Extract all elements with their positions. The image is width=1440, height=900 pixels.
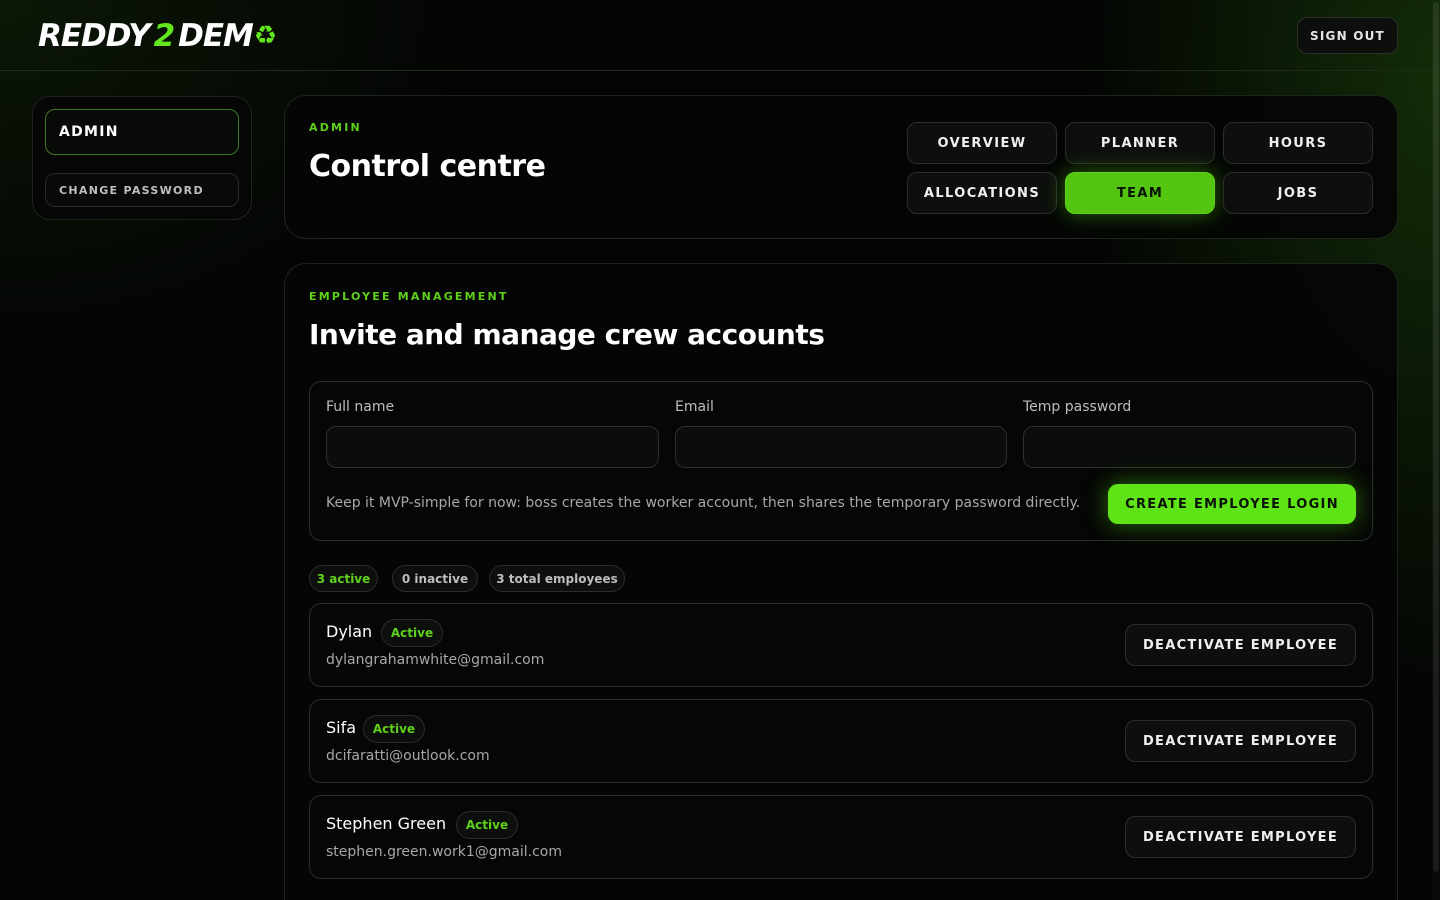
tab-hours[interactable]: HOURS (1223, 122, 1373, 164)
tab-overview[interactable]: OVERVIEW (907, 122, 1057, 164)
email-label: Email (675, 399, 714, 415)
top-bar: REDDY 2 DEM ♻ SIGN OUT (0, 0, 1440, 71)
logo-text-two: 2 (153, 18, 176, 54)
deactivate-employee-button[interactable]: DEACTIVATE EMPLOYEE (1125, 624, 1356, 666)
status-badge: Active (381, 619, 443, 647)
employee-management-panel: EMPLOYEE MANAGEMENT Invite and manage cr… (284, 263, 1398, 900)
page-title: Control centre (309, 149, 546, 184)
employee-email: stephen.green.work1@gmail.com (326, 844, 562, 860)
control-eyebrow: ADMIN (309, 121, 362, 134)
active-count-badge: 3 active (309, 565, 378, 592)
recycle-icon: ♻ (253, 21, 277, 51)
email-input[interactable] (675, 426, 1007, 468)
total-count-badge: 3 total employees (489, 565, 625, 592)
employee-name: Dylan (326, 622, 373, 641)
sidebar-item-admin[interactable]: ADMIN (45, 109, 239, 155)
section-title: Invite and manage crew accounts (309, 318, 825, 351)
fullname-label: Full name (326, 399, 395, 415)
employee-name: Sifa (326, 718, 357, 737)
employee-email: dcifaratti@outlook.com (326, 748, 490, 764)
fullname-input[interactable] (326, 426, 659, 468)
control-centre-panel: ADMIN Control centre OVERVIEW PLANNER HO… (284, 95, 1398, 239)
deactivate-employee-button[interactable]: DEACTIVATE EMPLOYEE (1125, 720, 1356, 762)
sidebar: ADMIN CHANGE PASSWORD (32, 96, 252, 220)
tab-allocations[interactable]: ALLOCATIONS (907, 172, 1057, 214)
create-employee-login-button[interactable]: CREATE EMPLOYEE LOGIN (1108, 484, 1356, 524)
tab-jobs[interactable]: JOBS (1223, 172, 1373, 214)
employee-row: Stephen Green Active stephen.green.work1… (309, 795, 1373, 879)
employee-name: Stephen Green (326, 814, 447, 833)
logo-text-reddy: REDDY (38, 18, 151, 54)
admin-tabs: OVERVIEW PLANNER HOURS ALLOCATIONS TEAM … (907, 122, 1373, 214)
deactivate-employee-button[interactable]: DEACTIVATE EMPLOYEE (1125, 816, 1356, 858)
tab-team[interactable]: TEAM (1065, 172, 1215, 214)
brand-logo[interactable]: REDDY 2 DEM ♻ (38, 18, 277, 54)
employees-eyebrow: EMPLOYEE MANAGEMENT (309, 290, 509, 303)
inactive-count-badge: 0 inactive (392, 565, 478, 592)
status-badge: Active (456, 811, 518, 839)
logo-text-demo: DEM (178, 18, 254, 54)
employee-row: Sifa Active dcifaratti@outlook.com DEACT… (309, 699, 1373, 783)
sidebar-item-change-password[interactable]: CHANGE PASSWORD (45, 173, 239, 207)
page-scrollbar[interactable] (1432, 0, 1440, 900)
employee-email: dylangrahamwhite@gmail.com (326, 652, 545, 668)
create-employee-form: Full name Email Temp password Keep it MV… (309, 381, 1373, 541)
scrollbar-thumb[interactable] (1433, 2, 1439, 872)
tab-planner[interactable]: PLANNER (1065, 122, 1215, 164)
form-hint: Keep it MVP-simple for now: boss creates… (326, 495, 1081, 511)
employee-row: Dylan Active dylangrahamwhite@gmail.com … (309, 603, 1373, 687)
temp-password-label: Temp password (1023, 399, 1132, 415)
temp-password-input[interactable] (1023, 426, 1356, 468)
status-badge: Active (363, 715, 425, 743)
sign-out-button[interactable]: SIGN OUT (1297, 17, 1398, 54)
